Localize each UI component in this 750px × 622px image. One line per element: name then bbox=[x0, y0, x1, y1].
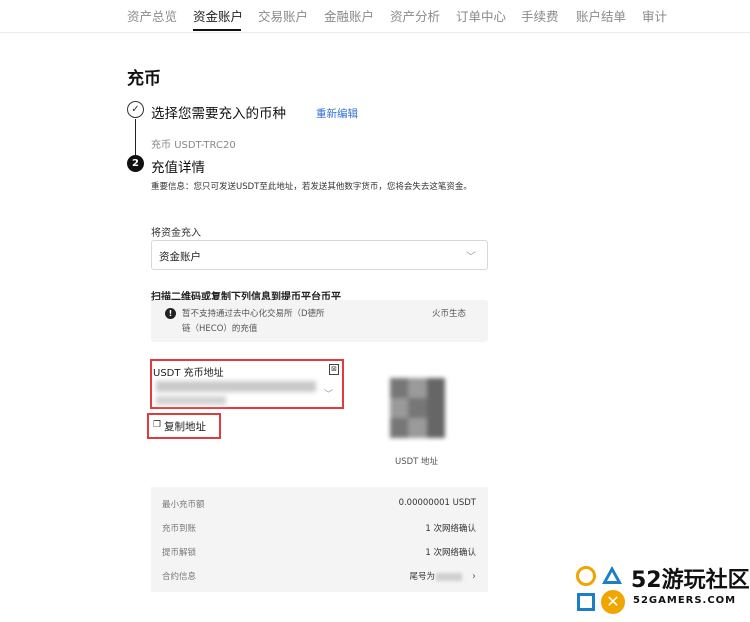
step2-number-badge: 2 bbox=[127, 155, 144, 172]
watermark-number: 52 bbox=[631, 568, 662, 593]
square-icon bbox=[577, 593, 595, 611]
qr-toggle-icon[interactable]: ⊠ bbox=[329, 364, 339, 375]
watermark-name: 游玩社区 bbox=[661, 568, 750, 593]
nav-tab-asset-analysis[interactable]: 资产分析 bbox=[390, 6, 440, 25]
active-tab-underline bbox=[193, 29, 241, 31]
contract-redacted bbox=[436, 572, 462, 581]
top-nav: 资产总览 资金账户 交易账户 金融账户 资产分析 订单中心 手续费 账户结单 审… bbox=[0, 0, 750, 33]
address-redacted bbox=[156, 381, 316, 392]
deposit-account-select[interactable]: 资金账户 ﹀ bbox=[151, 240, 488, 270]
watermark-logo: ✕ 52游玩社区 52GAMERS.COM bbox=[575, 562, 750, 617]
watermark-domain: 52GAMERS.COM bbox=[633, 595, 737, 606]
info-row-value: 1 次网络确认 bbox=[425, 524, 476, 534]
address-redacted-2 bbox=[156, 396, 226, 405]
info-row-key: 充币到账 bbox=[162, 524, 197, 534]
deposit-address-field[interactable]: USDT 充币地址 ⊠ ﹀ bbox=[150, 359, 344, 409]
circle-icon bbox=[576, 566, 596, 586]
info-row-key: 提币解锁 bbox=[162, 548, 197, 558]
info-row-key: 合约信息 bbox=[162, 572, 197, 582]
notice-line-1: 暂不支持通过去中心化交易所（D德所 bbox=[182, 309, 325, 319]
notice-line-1-tail: 火币生态 bbox=[432, 309, 467, 319]
selected-coin-prefix: 充币 bbox=[151, 140, 171, 151]
triangle-icon bbox=[602, 566, 622, 584]
deposit-address-label: USDT 充币地址 bbox=[153, 368, 224, 379]
chevron-down-icon[interactable]: ﹀ bbox=[324, 387, 333, 400]
copy-address-button[interactable]: ❐ 复制地址 bbox=[147, 413, 221, 439]
nav-tab-finance-account[interactable]: 金融账户 bbox=[324, 6, 374, 25]
info-icon: ! bbox=[165, 308, 176, 319]
chevron-right-icon[interactable]: › bbox=[472, 571, 476, 582]
nav-tab-order-center[interactable]: 订单中心 bbox=[456, 6, 506, 25]
page-title: 充币 bbox=[127, 69, 161, 89]
qr-code-redacted bbox=[390, 378, 445, 438]
important-notice-text: 重要信息：您只可发送USDT至此地址，若发送其他数字货币，您将会失去这笔资金。 bbox=[151, 182, 472, 192]
watermark-title: 52游玩社区 bbox=[631, 562, 750, 594]
deposit-info-panel: 最小充币额 0.00000001 USDT 充币到账 1 次网络确认 提币解锁 … bbox=[151, 487, 488, 592]
info-row-key: 最小充币额 bbox=[162, 500, 205, 510]
info-row-credited: 充币到账 1 次网络确认 bbox=[151, 515, 488, 539]
deposit-to-label: 将资金充入 bbox=[151, 228, 201, 239]
nav-tab-trading-account[interactable]: 交易账户 bbox=[258, 6, 308, 25]
qr-code-label: USDT 地址 bbox=[395, 457, 439, 467]
info-row-value: 尾号为 › bbox=[409, 570, 476, 582]
decentralized-exchange-notice: ! 暂不支持通过去中心化交易所（D德所 火币生态 链（HECO）的充值 bbox=[151, 300, 488, 342]
step2-title: 充值详情 bbox=[151, 160, 205, 176]
nav-tab-audit[interactable]: 审计 bbox=[642, 6, 667, 25]
nav-tab-asset-overview[interactable]: 资产总览 bbox=[127, 6, 177, 25]
step-connector-line bbox=[135, 119, 136, 155]
contract-suffix-label: 尾号为 bbox=[409, 572, 435, 582]
info-row-unlock: 提币解锁 1 次网络确认 bbox=[151, 539, 488, 563]
info-row-value: 0.00000001 USDT bbox=[398, 498, 476, 508]
nav-tab-statements[interactable]: 账户结单 bbox=[576, 6, 626, 25]
nav-tab-fees[interactable]: 手续费 bbox=[521, 6, 559, 25]
selected-coin-value: USDT-TRC20 bbox=[174, 140, 236, 151]
info-row-contract[interactable]: 合约信息 尾号为 › bbox=[151, 563, 488, 587]
step1-title: 选择您需要充入的币种 bbox=[151, 106, 286, 122]
chevron-down-icon: ﹀ bbox=[466, 252, 476, 263]
deposit-account-value: 资金账户 bbox=[159, 251, 201, 263]
nav-tab-funding-account[interactable]: 资金账户 bbox=[193, 6, 243, 25]
info-row-min-deposit: 最小充币额 0.00000001 USDT bbox=[151, 491, 488, 515]
notice-line-2: 链（HECO）的充值 bbox=[182, 324, 258, 334]
check-icon: ✓ bbox=[127, 101, 144, 118]
info-row-value: 1 次网络确认 bbox=[425, 548, 476, 558]
copy-address-label: 复制地址 bbox=[164, 421, 206, 433]
cross-icon: ✕ bbox=[601, 590, 625, 614]
copy-icon: ❐ bbox=[153, 420, 162, 430]
selected-coin: 充币 USDT-TRC20 bbox=[151, 136, 236, 151]
reedit-link[interactable]: 重新编辑 bbox=[316, 106, 358, 121]
